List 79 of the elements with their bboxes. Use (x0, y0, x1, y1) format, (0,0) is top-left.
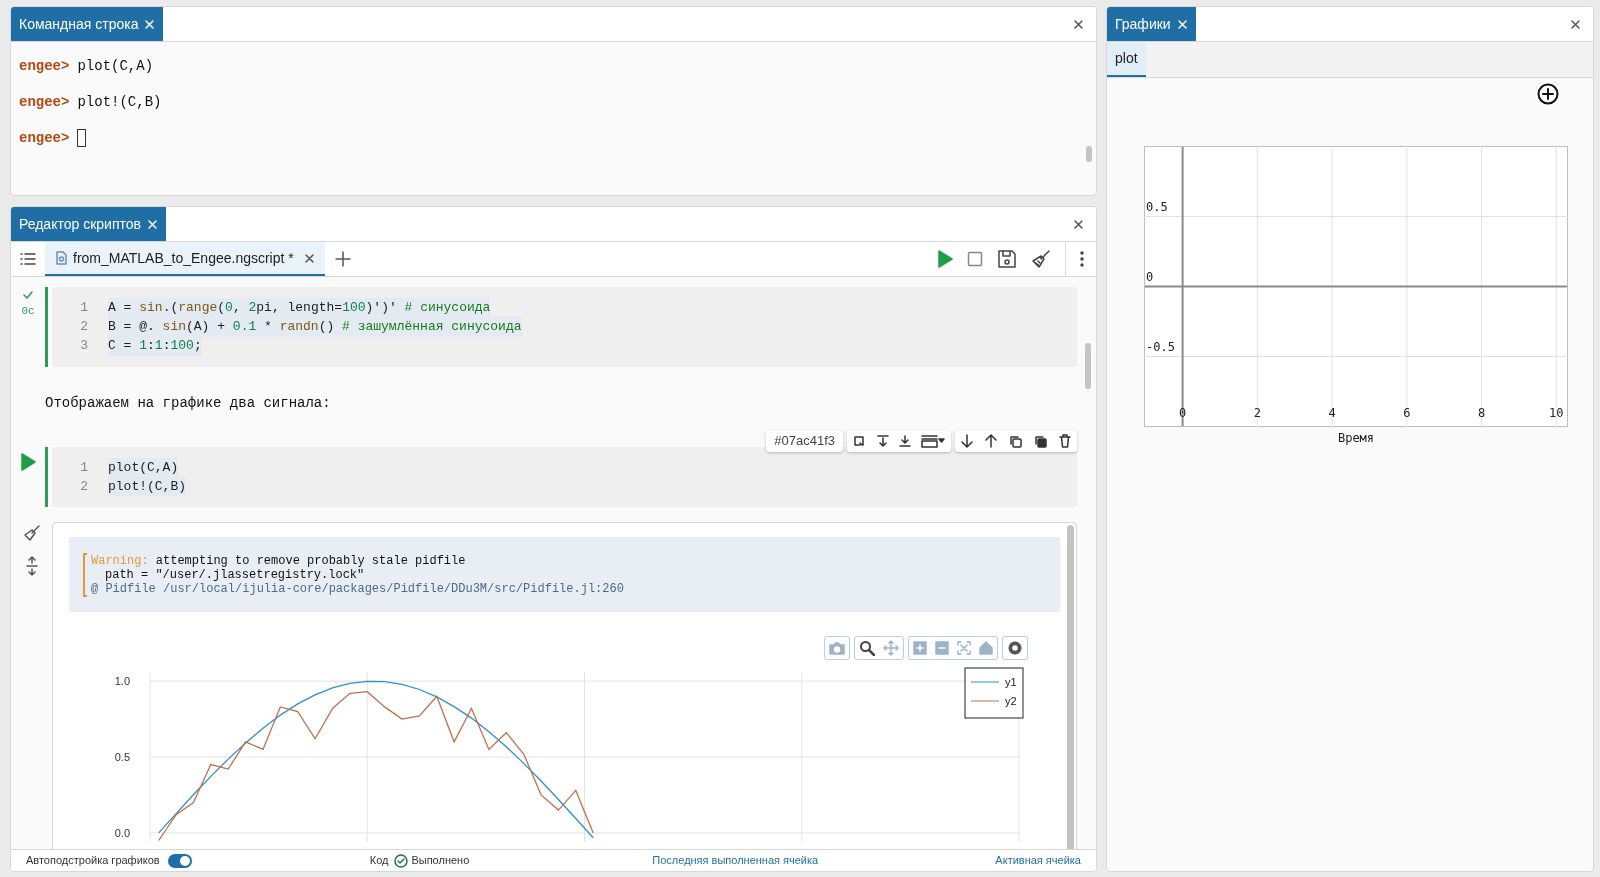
layout-icon[interactable] (921, 434, 945, 448)
close-icon[interactable] (1073, 18, 1084, 30)
axis-label: Время (1336, 430, 1376, 447)
file-tab[interactable]: from_MATLAB_to_Engee.ngscript * (45, 242, 325, 276)
stop-icon[interactable] (967, 251, 983, 267)
split-cell-icon[interactable] (853, 434, 867, 448)
warning-text: Warning: attempting to remove probably stale pidfile (91, 553, 467, 568)
source-path-text: @ Pidfile /usr/local/ijulia-core/packages/Pidfile/DDu3M/src/Pidfile.jl:260 (91, 581, 624, 596)
code-cell[interactable]: 1 plot(C,A) 2 plot!(C,B) (52, 447, 1077, 507)
line-number: 2 (79, 318, 88, 337)
close-icon[interactable] (1073, 218, 1084, 230)
toggle-label: Автоподстройка графиков (26, 853, 160, 869)
close-icon[interactable] (1570, 18, 1581, 30)
cell-active-bar (45, 447, 48, 507)
line-number: 2 (79, 477, 88, 496)
arrow-down-icon[interactable] (961, 434, 973, 448)
line-number: 1 (79, 458, 88, 477)
tick-label: 0 (1146, 269, 1154, 284)
broom-icon[interactable] (22, 524, 41, 542)
last-cell-link[interactable]: Последняя выполненная ячейка (652, 852, 819, 869)
tick-label: -0.5 (1146, 339, 1175, 354)
command-text: plot!(C,B) (77, 92, 162, 112)
close-icon[interactable] (303, 252, 315, 264)
cell-id-label: #07ac41f3 (766, 430, 843, 452)
warning-detail: path = "/user/.jlassetregistry.lock" (104, 567, 366, 582)
trash-icon[interactable] (1059, 434, 1071, 448)
plot-tab[interactable]: plot (1107, 42, 1146, 77)
tick-label: 0.5 (1146, 199, 1168, 214)
run-time-text: 0c (21, 304, 35, 319)
insert-below-icon[interactable] (877, 434, 889, 448)
command-text: plot(C,A) (77, 56, 154, 76)
prompt-text: engee> (19, 128, 70, 148)
tick-label: 2 (1253, 406, 1261, 420)
tick-label: 8 (1477, 406, 1486, 420)
close-icon[interactable] (146, 218, 158, 230)
markdown-text: Отображаем на графике два сигнала: (44, 394, 332, 413)
tick-label: 0.5 (114, 751, 130, 763)
panel-tab[interactable]: Графики (1107, 7, 1196, 41)
warning-bracket (83, 552, 87, 597)
tick-label: 0 (1179, 406, 1187, 420)
broom-icon[interactable] (1031, 249, 1051, 269)
status-text: Выполнено (411, 853, 470, 869)
check-circle-icon (394, 853, 409, 868)
panel-tab[interactable]: Редактор скриптов (11, 207, 166, 241)
prompt-text: engee> (19, 92, 70, 112)
tick-label: 6 (1403, 406, 1411, 420)
more-icon[interactable] (1080, 251, 1084, 267)
scrollbar-thumb[interactable] (1085, 343, 1091, 389)
legend-label: y2 (1005, 695, 1017, 707)
line-number: 1 (79, 299, 88, 318)
prompt-text: engee> (19, 56, 70, 76)
gear-icon[interactable] (1007, 640, 1023, 656)
arrow-up-icon[interactable] (985, 434, 997, 448)
scrollbar-thumb[interactable] (1067, 525, 1074, 849)
plus-icon[interactable] (334, 251, 351, 267)
play-icon[interactable] (937, 250, 953, 268)
run-cell-icon[interactable] (20, 453, 36, 471)
file-icon (55, 251, 67, 265)
tick-label: 10 (1549, 406, 1564, 420)
scrollbar-thumb[interactable] (1086, 146, 1092, 162)
list-icon[interactable] (20, 252, 36, 266)
code-cell[interactable]: 1 A = sin.(range(0, 2pi, length=100)')' # синусоида 2 B = @. sin(A) + 0.1 * randn() # зашумлённая синусоида 3 C = 1:1:100; (52, 287, 1077, 367)
save-icon[interactable] (997, 249, 1017, 269)
toggle-switch[interactable] (167, 853, 192, 868)
tick-label: 4 (1328, 406, 1336, 420)
line-number: 3 (79, 337, 88, 356)
duplicate-icon[interactable] (1034, 434, 1047, 448)
collapse-icon[interactable] (25, 556, 38, 576)
copy-icon[interactable] (1009, 434, 1022, 448)
chart-legend (964, 667, 1024, 719)
active-cell-link[interactable]: Активная ячейка (995, 852, 1081, 869)
download-icon[interactable] (899, 434, 911, 448)
tick-label: 0.0 (114, 826, 130, 839)
zoom-icon[interactable] (859, 640, 875, 656)
panel-tab[interactable]: Командная строка (11, 7, 164, 41)
add-circle-icon[interactable] (1537, 83, 1559, 105)
code-label: Код (369, 853, 389, 869)
legend-label: y1 (1005, 676, 1017, 688)
tick-label: 1.0 (114, 675, 130, 688)
